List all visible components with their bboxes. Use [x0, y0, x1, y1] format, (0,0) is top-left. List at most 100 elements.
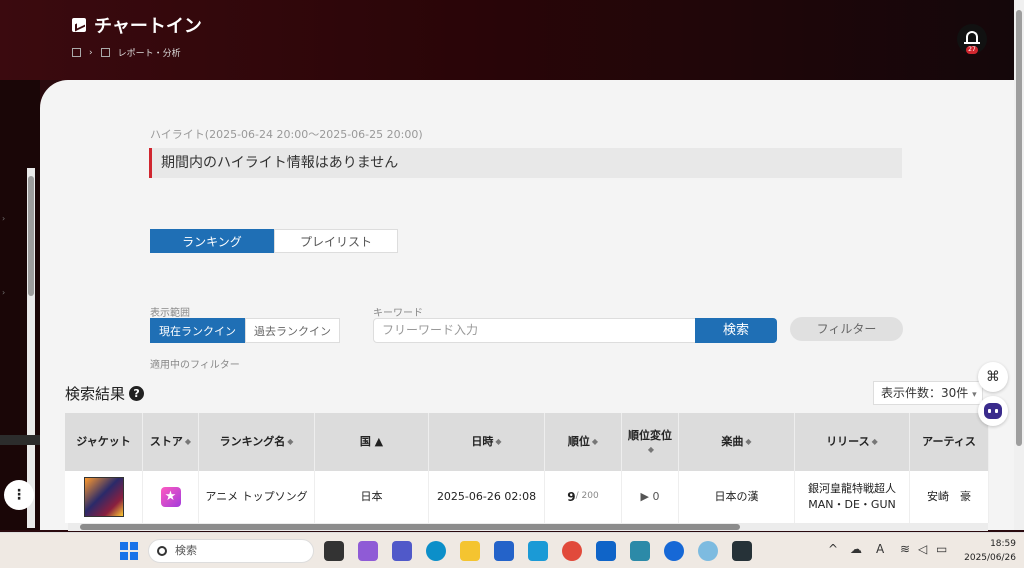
breadcrumb: › レポート・分析	[72, 46, 181, 59]
outlook-icon[interactable]	[596, 541, 616, 561]
cloud-icon[interactable]: ☁	[850, 542, 862, 556]
release-cell: 銀河皇龍特戦超人MAN・DE・GUN	[795, 471, 910, 523]
album-jacket-image[interactable]	[83, 477, 124, 517]
edge-icon[interactable]	[426, 541, 446, 561]
clock-time: 18:59	[990, 539, 1016, 549]
menu-dots-icon[interactable]: ⋮	[4, 480, 34, 510]
notepad-icon[interactable]	[630, 541, 650, 561]
app-title-text: チャートイン	[94, 16, 202, 37]
command-icon[interactable]: ⌘	[978, 362, 1008, 392]
app-title[interactable]: チャートイン	[72, 12, 202, 38]
chevron-right-icon[interactable]: ›	[2, 214, 5, 223]
ranking-name-link[interactable]: アニメ トップソング	[199, 471, 315, 523]
sort-icon: ◆	[591, 437, 599, 446]
wifi-icon[interactable]: ≋	[900, 542, 910, 556]
app-header: チャートイン › レポート・分析 27	[0, 0, 1024, 80]
column-header[interactable]: 国 ▲	[315, 413, 429, 471]
column-header[interactable]: アーティス	[910, 413, 989, 471]
copilot-icon[interactable]	[358, 541, 378, 561]
volume-icon[interactable]: ◁	[918, 542, 927, 556]
tray-chevron-up-icon[interactable]: ^	[828, 542, 838, 556]
table-header: ジャケット ストア ◆ ランキング名 ◆ 国 ▲ 日時 ◆ 順位 ◆ 順位変位 ◆ 楽曲 ◆…	[65, 413, 989, 471]
jacket-cell	[65, 471, 143, 523]
windows-start-icon[interactable]	[120, 542, 138, 560]
applied-filters-label: 適用中のフィルター	[150, 360, 240, 371]
column-header[interactable]: ジャケット	[65, 413, 143, 471]
keyword-input[interactable]: フリーワード入力	[373, 318, 696, 343]
table-row[interactable]: ★ アニメ トップソング 日本 2025-06-26 02:08 9 / 200…	[65, 471, 989, 523]
tab-ranking[interactable]: ランキング	[150, 229, 274, 253]
notification-badge: 27	[966, 46, 978, 54]
sidebar-footer	[0, 435, 40, 445]
clock-date: 2025/06/26	[964, 553, 1016, 563]
highlight-message: 期間内のハイライト情報はありません	[149, 148, 902, 178]
store-icon[interactable]	[494, 541, 514, 561]
per-page-select[interactable]: 表示件数：30件 ▾	[873, 381, 983, 405]
column-header[interactable]: 楽曲 ◆	[679, 413, 795, 471]
assistant-bot-icon[interactable]	[978, 396, 1008, 426]
range-toggle: 現在ランクイン 過去ランクイン	[150, 318, 340, 343]
column-header[interactable]: 日時 ◆	[429, 413, 545, 471]
taskbar-search-text: 検索	[175, 544, 197, 557]
sort-icon: ◆	[871, 437, 878, 446]
help-app-icon[interactable]	[664, 541, 684, 561]
rank-total: / 200	[575, 491, 599, 502]
per-page-value: 表示件数：30件	[881, 386, 969, 400]
range-current-option[interactable]: 現在ランクイン	[150, 318, 245, 343]
chrome-icon[interactable]	[562, 541, 582, 561]
column-header[interactable]: 順位変位 ◆	[622, 413, 679, 471]
column-header[interactable]: 順位 ◆	[545, 413, 622, 471]
help-icon[interactable]: ?	[129, 386, 145, 401]
highlight-label: ハイライト(2025-06-24 20:00～2025-06-25 20:00)	[150, 128, 423, 141]
table-scroll-thumb[interactable]	[80, 524, 740, 530]
column-header[interactable]: ストア ◆	[143, 413, 199, 471]
page-vertical-scrollbar[interactable]	[1014, 0, 1024, 530]
table-horizontal-scrollbar[interactable]	[68, 523, 988, 531]
rank-value: 9	[567, 490, 576, 504]
bell-icon	[964, 31, 980, 44]
page-scroll-thumb[interactable]	[1016, 10, 1022, 446]
sort-icon: ◆	[745, 437, 752, 446]
store-cell: ★	[143, 471, 199, 523]
document-icon	[100, 48, 110, 57]
mylp-icon[interactable]	[528, 541, 548, 561]
chart-logo-icon	[72, 18, 86, 32]
terminal-icon[interactable]	[732, 541, 752, 561]
filter-button[interactable]: フィルター	[790, 317, 903, 341]
explorer-icon[interactable]	[460, 541, 480, 561]
sort-icon: ◆	[495, 437, 502, 446]
sort-icon: ◆	[287, 437, 294, 446]
system-clock[interactable]: 18:59 2025/06/26	[960, 537, 1016, 565]
song-cell: 日本の漢	[679, 471, 795, 523]
sidebar-scroll-thumb[interactable]	[28, 176, 34, 296]
rank-change-cell: ▶ 0	[622, 471, 679, 523]
search-icon	[157, 546, 167, 556]
breadcrumb-separator-icon: ›	[89, 47, 93, 58]
taskbar-search[interactable]: 検索	[148, 539, 314, 563]
chevron-right-icon[interactable]: ›	[2, 288, 5, 297]
datetime-cell: 2025-06-26 02:08	[429, 471, 545, 523]
ime-icon[interactable]: A	[876, 542, 884, 556]
results-title-text: 検索結果	[65, 385, 126, 403]
dashboard-icon[interactable]	[72, 48, 81, 57]
breadcrumb-current[interactable]: レポート・分析	[118, 46, 181, 59]
app-icon[interactable]	[698, 541, 718, 561]
main-content: ハイライト(2025-06-24 20:00～2025-06-25 20:00)…	[40, 80, 1014, 530]
sidebar-collapsed: › ›	[0, 80, 40, 530]
battery-icon[interactable]: ▭	[936, 542, 947, 556]
results-table: ジャケット ストア ◆ ランキング名 ◆ 国 ▲ 日時 ◆ 順位 ◆ 順位変位 ◆ 楽曲 ◆…	[65, 413, 989, 523]
range-label: 表示範囲	[150, 308, 190, 319]
itunes-star-icon: ★	[160, 487, 181, 507]
range-past-option[interactable]: 過去ランクイン	[245, 318, 340, 343]
tab-playlist[interactable]: プレイリスト	[274, 229, 398, 253]
sort-icon: ◆	[647, 445, 655, 455]
rank-cell: 9 / 200	[545, 471, 622, 523]
teams-icon[interactable]	[392, 541, 412, 561]
search-button[interactable]: 検索	[695, 318, 777, 343]
notification-button[interactable]: 27	[957, 24, 987, 54]
column-header[interactable]: リリース ◆	[795, 413, 910, 471]
column-header[interactable]: ランキング名 ◆	[199, 413, 315, 471]
keyword-label: キーワード	[373, 308, 423, 319]
taskbar: 検索 ^ ☁ A ≋ ◁ ▭ 18:59 2025/06/26	[0, 532, 1024, 568]
task-view-icon[interactable]	[324, 541, 344, 561]
